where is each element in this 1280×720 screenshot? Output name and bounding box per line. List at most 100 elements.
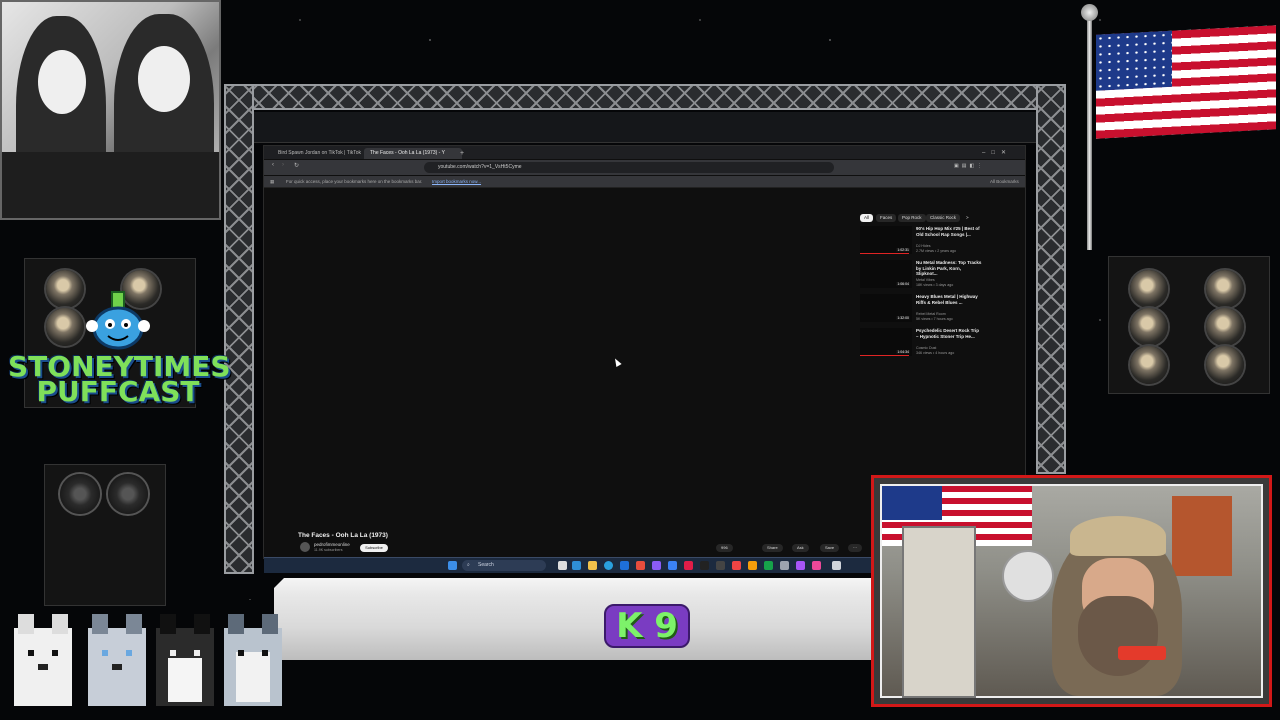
window-controls[interactable]: –□✕ (976, 148, 1032, 159)
video-title-main: The Faces - Ooh La La (1973) (298, 532, 388, 539)
husky-puppy-icon (88, 614, 146, 706)
app-icon[interactable] (832, 561, 841, 570)
chrome-icon[interactable] (604, 561, 613, 570)
video-duration: 1:06:04 (896, 282, 910, 286)
app-icon[interactable] (668, 561, 677, 570)
bookmark-hint: For quick access, place your bookmarks h… (286, 179, 423, 184)
chip-pop-rock[interactable]: Pop Rock (898, 214, 926, 222)
video-meta: Cosmic Dust 346 views • 4 hours ago (916, 346, 955, 355)
all-bookmarks-button[interactable]: All Bookmarks (990, 176, 1019, 187)
video-title: 90's Hip Hop Mix #25 | Best of Old Schoo… (916, 226, 980, 237)
video-title: Heavy Blues Metal | Highway Riffs & Rebe… (916, 294, 978, 305)
tab-tiktok[interactable]: Bird Spawn Jordan on TikTok | TikTok (272, 148, 370, 159)
video-duration: 1:02:31 (896, 248, 910, 252)
right-speaker-cone (1206, 270, 1244, 308)
video-thumbnail: 1:04:34 (860, 328, 912, 356)
app-icon[interactable] (748, 561, 757, 570)
recommendation-item[interactable]: 1:32:00 Heavy Blues Metal | Highway Riff… (860, 294, 980, 324)
recommendation-item[interactable]: 1:06:04 Nu Metal Madness: Top Tracks by … (860, 260, 981, 290)
subscriber-count: 11.9K subscribers (314, 548, 343, 552)
watch-progress (860, 354, 910, 356)
video-meta: Metal Vibes 18K views • 3 days ago (916, 278, 954, 287)
import-bookmarks-link[interactable]: Import bookmarks now... (432, 176, 481, 187)
app-icon[interactable] (684, 561, 693, 570)
flag-pole (1087, 10, 1092, 250)
edge-icon[interactable] (572, 561, 581, 570)
recommendation-item[interactable]: 1:04:34 Psychedelic Desert Rock Trip – H… (860, 328, 980, 358)
chip-all[interactable]: All (860, 214, 874, 222)
taskbar-search[interactable]: ⌕ Search (462, 560, 546, 571)
truss-left (224, 84, 254, 574)
video-thumbnail: 1:02:31 (860, 226, 912, 254)
app-icon[interactable] (812, 561, 821, 570)
husky-puppy-icon (224, 614, 282, 706)
recommendation-item[interactable]: 1:02:31 90's Hip Hop Mix #25 | Best of O… (860, 226, 980, 256)
search-icon: ⌕ (467, 562, 470, 568)
app-icon[interactable] (700, 561, 709, 570)
video-title: Psychedelic Desert Rock Trip – Hypnotic … (916, 328, 980, 339)
right-speaker-cone (1206, 346, 1244, 384)
file-explorer-icon[interactable] (588, 561, 597, 570)
video-thumbnail: 1:32:00 (860, 294, 912, 322)
bookmarks-bar: ▦ For quick access, place your bookmarks… (264, 176, 1025, 188)
band-photo (0, 0, 221, 220)
new-tab-button[interactable]: + (460, 148, 468, 159)
store-icon[interactable] (620, 561, 629, 570)
ask-button[interactable]: Ask (792, 544, 809, 552)
address-row: ‹ › ↻ youtube.com/watch?v=1_VsHt5Cyme ▣▤… (264, 160, 1025, 175)
video-duration: 1:32:00 (896, 316, 910, 320)
right-speaker-cone (1130, 346, 1168, 384)
app-icon[interactable] (732, 561, 741, 570)
app-icon[interactable] (716, 561, 725, 570)
share-button[interactable]: Share (762, 544, 783, 552)
task-view-icon[interactable] (558, 561, 567, 570)
truss-right (1036, 84, 1066, 474)
forward-icon[interactable]: › (282, 162, 284, 168)
mascot-icon (86, 291, 150, 350)
app-icon[interactable] (652, 561, 661, 570)
right-speaker-cone (1130, 270, 1168, 308)
flag-pole-finial (1081, 4, 1098, 21)
husky-puppy-icon (14, 614, 72, 706)
chip-classic-rock[interactable]: Classic Rock (926, 214, 961, 222)
subscribe-button[interactable]: Subscribe (360, 544, 388, 552)
k9-badge: K 9 (604, 604, 690, 648)
husky-puppy-icon (156, 614, 214, 706)
video-meta: Rebel Metal Room 5K views • 7 hours ago (916, 312, 953, 321)
like-button[interactable]: 996 (716, 544, 733, 552)
left-speaker-cone (60, 474, 100, 514)
app-icon[interactable] (636, 561, 645, 570)
channel-name[interactable]: pedrofimmeonline (314, 542, 350, 547)
more-button[interactable]: ⋯ (848, 544, 862, 552)
watch-progress (860, 252, 910, 254)
stage-lights-bar (254, 112, 1036, 143)
chips-next-button[interactable]: > (962, 214, 973, 222)
video-duration: 1:04:34 (896, 350, 910, 354)
truss-top (252, 84, 1038, 110)
reload-icon[interactable]: ↻ (294, 162, 299, 169)
app-icon[interactable] (780, 561, 789, 570)
right-speaker-cone (1206, 308, 1244, 346)
webcam-overlay (871, 475, 1272, 707)
app-icon[interactable] (764, 561, 773, 570)
save-button[interactable]: Save (820, 544, 840, 552)
us-flag (1096, 25, 1276, 139)
extensions-icon[interactable]: ▣▤◧⋮ (954, 163, 985, 169)
windows-start-icon[interactable] (448, 561, 457, 570)
logo-line-2: PUFFCAST (36, 375, 200, 408)
left-speaker-cone (46, 308, 84, 346)
url-field[interactable]: youtube.com/watch?v=1_VsHt5Cyme (424, 162, 834, 173)
app-icon[interactable] (796, 561, 805, 570)
tab-bar: Bird Spawn Jordan on TikTok | TikTok The… (264, 146, 1025, 159)
left-speaker-cone (108, 474, 148, 514)
tab-youtube[interactable]: The Faces - Ooh La La (1973) - Y (364, 148, 462, 159)
taskbar: ⌕ Search (264, 557, 871, 573)
podcast-logo: STONEYTIMES PUFFCAST (8, 353, 231, 408)
chip-faces[interactable]: Faces (876, 214, 897, 222)
back-icon[interactable]: ‹ (272, 162, 274, 168)
channel-avatar[interactable] (300, 542, 310, 552)
apps-icon[interactable]: ▦ (270, 176, 274, 187)
left-speaker-cone (46, 270, 84, 308)
video-thumbnail: 1:06:04 (860, 260, 912, 288)
stage-platform (274, 578, 872, 660)
